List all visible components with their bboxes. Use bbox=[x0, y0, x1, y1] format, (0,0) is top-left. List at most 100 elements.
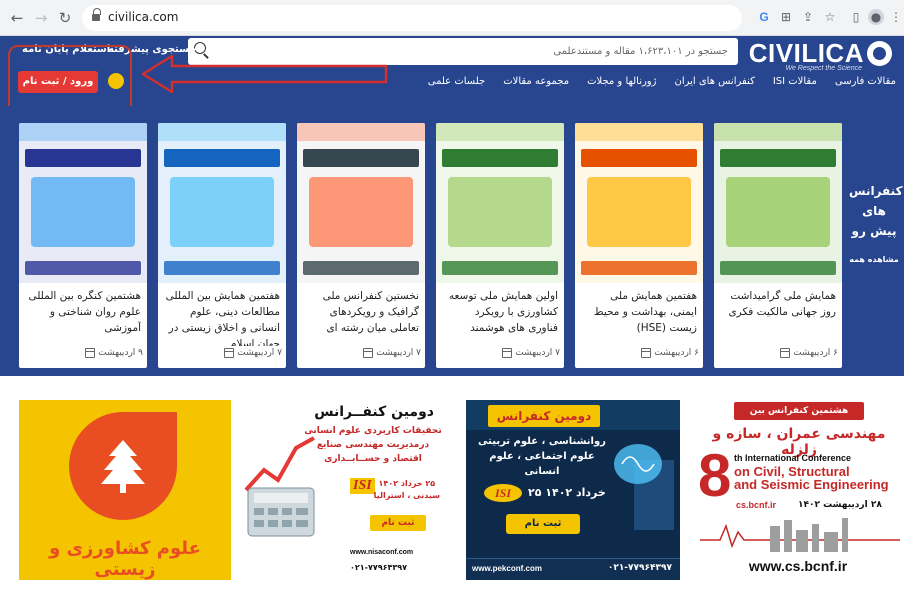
poster-band bbox=[575, 123, 703, 141]
nav-persian-articles[interactable]: مقالات فارسی bbox=[835, 76, 896, 87]
civil-ad-site: cs.bcnf.ir bbox=[736, 500, 777, 510]
psych-ad-website: www.pekconf.com bbox=[472, 564, 542, 573]
conference-card[interactable]: اولین همایش ملی توسعه کشاورزی با رویکرد … bbox=[436, 123, 564, 368]
conference-title[interactable]: هفتمین همایش ملی ایمنی، بهداشت و محیط زی… bbox=[581, 288, 697, 346]
tree-icon bbox=[101, 440, 145, 493]
psych-register-button[interactable]: ثبت نام bbox=[506, 514, 580, 534]
conference-date: ۷ اردیبهشت bbox=[224, 348, 282, 358]
conference-date-text: ۷ اردیبهشت bbox=[515, 348, 560, 358]
nav-iran-conferences[interactable]: کنفرانس های ایران bbox=[674, 76, 754, 87]
ad-banner-social-sciences[interactable]: دومین کنفــرانس تحقیقات کاربردی علوم انس… bbox=[240, 400, 454, 580]
conference-date-text: ۶ اردیبهشت bbox=[793, 348, 838, 358]
calendar-icon bbox=[363, 348, 374, 358]
conference-card[interactable]: هفتمین همایش ملی ایمنی، بهداشت و محیط زی… bbox=[575, 123, 703, 368]
nav-proceedings[interactable]: مجموعه مقالات bbox=[503, 76, 569, 87]
ad-banner-agriculture[interactable]: علوم کشاورزی و زیستی bbox=[19, 400, 231, 580]
upcoming-title: کنفرانس های پیش رو bbox=[849, 184, 903, 238]
share-icon[interactable]: ⇪ bbox=[800, 9, 816, 25]
social-ad-line: تحقیقات کاربردی علوم انسانی bbox=[304, 426, 442, 436]
address-bar[interactable]: civilica.com bbox=[82, 5, 742, 31]
poster-band bbox=[158, 123, 286, 141]
poster-footer-block bbox=[303, 261, 419, 275]
social-register-button[interactable]: ثبت نام bbox=[370, 515, 426, 531]
logo-mark-icon bbox=[867, 41, 892, 66]
conference-poster-image[interactable] bbox=[714, 123, 842, 283]
poster-band bbox=[297, 123, 425, 141]
forward-icon[interactable]: → bbox=[32, 9, 50, 27]
calendar-icon bbox=[502, 348, 513, 358]
nav-isi-articles[interactable]: مقالات ISI bbox=[773, 76, 817, 87]
ad-banner-psychology[interactable]: دومین کنفرانس روانشناسی ، علوم تربیتی عل… bbox=[466, 400, 680, 580]
psych-ad-subtitle: روانشناسی ، علوم تربیتی علوم اجتماعی ، ع… bbox=[478, 436, 606, 477]
conference-poster-image[interactable] bbox=[158, 123, 286, 283]
view-all-link[interactable]: مشاهده همه bbox=[849, 255, 899, 264]
browser-toolbar: ← → ↻ civilica.com G ⊞ ⇪ ☆ ▯ ● ⋮ bbox=[0, 0, 904, 36]
poster-artwork bbox=[726, 177, 830, 247]
conference-card[interactable]: همایش ملی گرامیداشت روز جهانی مالکیت فکر… bbox=[714, 123, 842, 368]
conference-title[interactable]: اولین همایش ملی توسعه کشاورزی با رویکرد … bbox=[442, 288, 558, 346]
conference-poster-image[interactable] bbox=[19, 123, 147, 283]
poster-footer-block bbox=[25, 261, 141, 275]
civil-ad-date: ۲۸ اردیبهشت ۱۴۰۲ bbox=[798, 500, 882, 510]
civilica-logo[interactable]: CIVILICA We Respect the Science bbox=[742, 38, 892, 72]
calendar-icon bbox=[641, 348, 652, 358]
conference-card[interactable]: هشتمین کنگره بین المللی علوم روان شناختی… bbox=[19, 123, 147, 368]
bookmark-star-icon[interactable]: ☆ bbox=[822, 9, 838, 25]
conference-date-text: ۹ اردیبهشت bbox=[98, 348, 143, 358]
back-icon[interactable]: ← bbox=[8, 9, 26, 27]
social-ad-phone: ۰۲۱-۷۷۹۶۴۳۹۷ bbox=[350, 563, 408, 572]
conference-card[interactable]: هفتمین همایش بین المللی مطالعات دینی، عل… bbox=[158, 123, 286, 368]
conference-poster-image[interactable] bbox=[575, 123, 703, 283]
skyline-icon bbox=[700, 518, 900, 552]
google-lens-icon[interactable]: G bbox=[756, 9, 772, 25]
social-ad-heading: دومین کنفــرانس bbox=[314, 404, 434, 420]
psych-isi-badge: ISI bbox=[484, 484, 522, 502]
site-header: CIVILICA We Respect the Science جستجوی پ… bbox=[0, 36, 904, 106]
nav-scientific-sessions[interactable]: جلسات علمی bbox=[428, 76, 485, 87]
conference-date: ۹ اردیبهشت bbox=[85, 348, 143, 358]
reload-icon[interactable]: ↻ bbox=[56, 9, 74, 27]
conference-date: ۶ اردیبهشت bbox=[780, 348, 838, 358]
poster-title-block bbox=[442, 149, 558, 167]
url-text: civilica.com bbox=[108, 10, 179, 24]
conference-date-text: ۷ اردیبهشت bbox=[237, 348, 282, 358]
conference-title[interactable]: همایش ملی گرامیداشت روز جهانی مالکیت فکر… bbox=[720, 288, 836, 346]
poster-artwork bbox=[448, 177, 552, 247]
conference-card[interactable]: نخستین کنفرانس ملی گرافیک و رویکردهای تع… bbox=[297, 123, 425, 368]
civil-ad-english-title: th International Conference on Civil, St… bbox=[734, 453, 889, 492]
profile-avatar-icon[interactable]: ● bbox=[868, 9, 884, 25]
translate-icon[interactable]: ⊞ bbox=[778, 9, 794, 25]
main-nav: مقالات فارسی مقالات ISI کنفرانس های ایرا… bbox=[428, 76, 896, 87]
social-ad-website: www.nisaconf.com bbox=[350, 549, 414, 556]
poster-title-block bbox=[303, 149, 419, 167]
poster-artwork bbox=[170, 177, 274, 247]
conference-date-text: ۶ اردیبهشت bbox=[654, 348, 699, 358]
poster-footer-block bbox=[581, 261, 697, 275]
upcoming-conferences-section: کنفرانس های پیش رو مشاهده همه همایش ملی … bbox=[0, 106, 904, 376]
nav-journals[interactable]: ژورنالها و مجلات bbox=[587, 76, 656, 87]
side-panel-icon[interactable]: ▯ bbox=[848, 9, 864, 25]
menu-kebab-icon[interactable]: ⋮ bbox=[888, 9, 904, 25]
calendar-icon bbox=[224, 348, 235, 358]
conference-title[interactable]: هشتمین کنگره بین المللی علوم روان شناختی… bbox=[25, 288, 141, 346]
lock-icon bbox=[92, 8, 101, 21]
conference-title[interactable]: هفتمین همایش بین المللی مطالعات دینی، عل… bbox=[164, 288, 280, 346]
poster-title-block bbox=[581, 149, 697, 167]
poster-artwork bbox=[31, 177, 135, 247]
poster-artwork bbox=[309, 177, 413, 247]
social-ad-date: ۲۵ خرداد ۱۴۰۲ سیدنی ، استرالیا bbox=[373, 479, 440, 500]
agri-ad-text: علوم کشاورزی و زیستی bbox=[49, 538, 201, 580]
upcoming-heading: کنفرانس های پیش رو مشاهده همه bbox=[849, 181, 903, 264]
conference-poster-image[interactable] bbox=[297, 123, 425, 283]
conference-date-text: ۷ اردیبهشت bbox=[376, 348, 421, 358]
calendar-icon bbox=[780, 348, 791, 358]
psych-ad-phone: ۰۲۱-۷۷۹۶۴۳۹۷ bbox=[607, 563, 672, 573]
conference-title[interactable]: نخستین کنفرانس ملی گرافیک و رویکردهای تع… bbox=[303, 288, 419, 346]
psych-ad-footer: www.pekconf.com ۰۲۱-۷۷۹۶۴۳۹۷ bbox=[466, 558, 680, 580]
conference-poster-image[interactable] bbox=[436, 123, 564, 283]
conference-date: ۷ اردیبهشت bbox=[502, 348, 560, 358]
social-ad-subtitle: تحقیقات کاربردی علوم انسانی درمدیریت مهن… bbox=[298, 424, 448, 466]
poster-title-block bbox=[25, 149, 141, 167]
ad-banner-civil-engineering[interactable]: هشتمین کنفرانس بین المللی مهندسی عمران ،… bbox=[694, 400, 902, 580]
logo-tagline: We Respect the Science bbox=[785, 65, 862, 72]
